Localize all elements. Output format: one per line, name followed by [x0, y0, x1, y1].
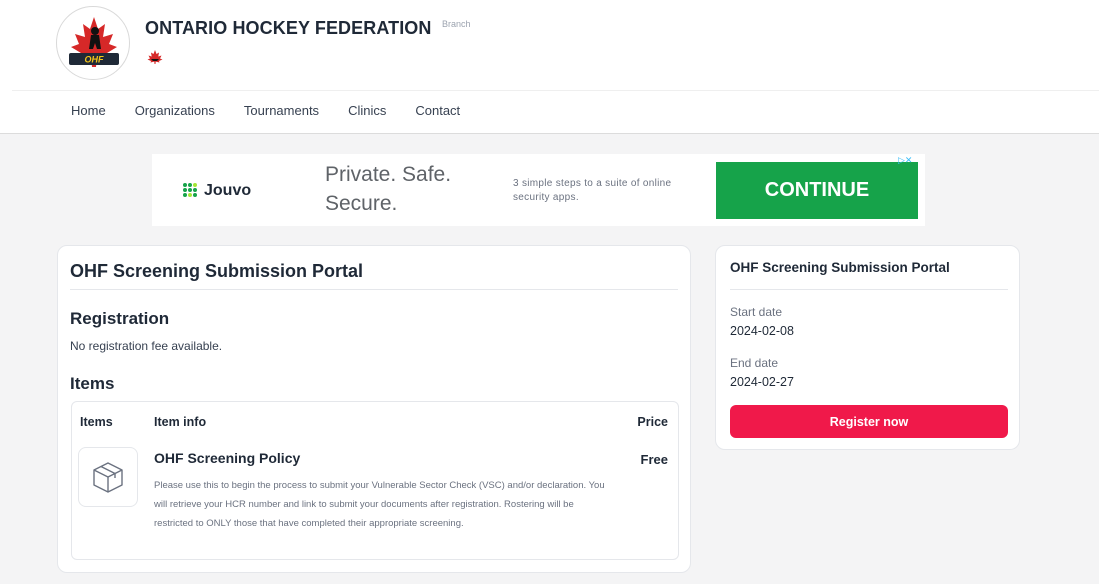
item-description: Please use this to begin the process to …: [154, 480, 605, 529]
item-price: Free: [640, 452, 668, 467]
column-header-price: Price: [637, 415, 668, 429]
nav-organizations[interactable]: Organizations: [135, 103, 215, 118]
box-icon: [93, 462, 123, 493]
event-details-card: OHF Screening Submission Portal Registra…: [57, 245, 691, 573]
header-divider: [12, 90, 1099, 91]
registration-heading: Registration: [70, 309, 170, 328]
jouvo-logo-icon: [182, 182, 200, 205]
summary-divider: [730, 289, 1008, 290]
nav-tournaments[interactable]: Tournaments: [244, 103, 319, 118]
items-table: Items Item info Price OHF Screening Poli…: [71, 401, 679, 560]
event-title: OHF Screening Submission Portal: [70, 261, 364, 281]
end-date-label: End date: [730, 356, 779, 370]
column-header-items: Items: [80, 415, 113, 429]
ad-headline: Private. Safe. Secure.: [325, 163, 452, 215]
svg-text:OHF: OHF: [85, 55, 105, 65]
branch-tag: Branch: [442, 19, 471, 29]
nav-contact[interactable]: Contact: [415, 103, 460, 118]
summary-title: OHF Screening Submission Portal: [730, 260, 950, 275]
nav-clinics[interactable]: Clinics: [348, 103, 386, 118]
hockey-canada-flag-icon: [145, 48, 165, 66]
adchoices-icon[interactable]: ▷✕: [898, 155, 912, 166]
ohf-logo[interactable]: OHF: [56, 6, 130, 80]
ad-brand: Jouvo: [204, 182, 252, 199]
registration-summary-card: OHF Screening Submission Portal Start da…: [715, 245, 1020, 450]
header-bottom-border: [0, 133, 1099, 134]
maple-leaf-logo-icon: OHF: [69, 17, 119, 67]
org-name[interactable]: ONTARIO HOCKEY FEDERATION: [145, 18, 432, 39]
register-now-button[interactable]: Register now: [730, 405, 1008, 438]
start-date-value: 2024-02-08: [730, 324, 794, 338]
ad-continue-button[interactable]: CONTINUE: [716, 162, 918, 219]
registration-fee-text: No registration fee available.: [70, 339, 223, 353]
ad-subtext: 3 simple steps to a suite of online secu…: [513, 178, 672, 203]
card-divider: [70, 289, 678, 290]
nav-home[interactable]: Home: [71, 103, 106, 118]
item-thumbnail: [78, 447, 138, 507]
site-header: OHF ONTARIO HOCKEY FEDERATION Branch Hom…: [0, 0, 1099, 134]
start-date-label: Start date: [730, 305, 783, 319]
end-date-value: 2024-02-27: [730, 375, 794, 389]
item-name: OHF Screening Policy: [154, 450, 301, 466]
items-heading: Items: [70, 374, 115, 393]
main-nav: Home Organizations Tournaments Clinics C…: [71, 103, 489, 118]
column-header-item-info: Item info: [154, 415, 207, 429]
advertisement-banner[interactable]: Jouvo Private. Safe. Secure. 3 simple st…: [152, 154, 925, 226]
